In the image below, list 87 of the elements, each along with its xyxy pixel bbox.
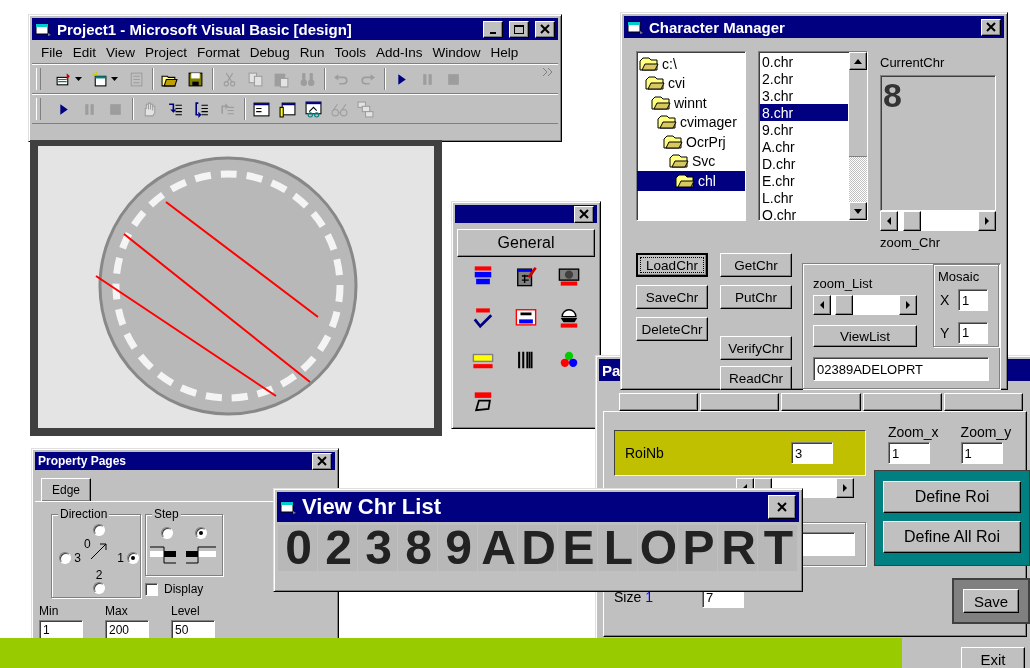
- menu-item[interactable]: Help: [485, 45, 524, 60]
- view-list-button[interactable]: ViewList: [813, 325, 917, 347]
- radio-label: 3: [74, 551, 81, 565]
- window-title: Project1 - Microsoft Visual Basic [design]: [57, 20, 352, 38]
- folder-item[interactable]: winnt: [637, 93, 745, 113]
- list-entry[interactable]: 9.chr: [760, 121, 848, 138]
- character-glyph: 9: [438, 525, 477, 571]
- group-label: Step: [152, 507, 181, 521]
- folder-item[interactable]: chl: [637, 171, 745, 191]
- input-field[interactable]: 1: [888, 442, 930, 464]
- list-entry[interactable]: E.chr: [760, 172, 848, 189]
- character-glyph: 8: [398, 525, 437, 571]
- command-button[interactable]: ReadChr: [720, 366, 792, 390]
- input-field[interactable]: 1: [960, 442, 1003, 464]
- list-entry[interactable]: 8.chr: [760, 104, 848, 121]
- command-button[interactable]: PutChr: [720, 285, 792, 309]
- list-entry[interactable]: D.chr: [760, 155, 848, 172]
- input-field[interactable]: 1: [958, 321, 988, 344]
- command-button[interactable]: GetChr: [720, 253, 792, 277]
- menu-item[interactable]: Run: [294, 45, 330, 60]
- list-entry[interactable]: A.chr: [760, 138, 848, 155]
- field-label: Y: [940, 324, 951, 341]
- folder-item[interactable]: c:\: [637, 54, 745, 74]
- list-entry[interactable]: 2.chr: [760, 70, 848, 87]
- radio-label: 0: [84, 536, 91, 551]
- toolbox-tab[interactable]: General: [457, 229, 595, 257]
- command-button[interactable]: VerifyChr: [720, 336, 792, 360]
- size-label: Size 1: [614, 589, 654, 605]
- character-glyph: T: [758, 525, 797, 571]
- define-button[interactable]: Define Roi: [883, 481, 1021, 513]
- list-entry[interactable]: O.chr: [760, 206, 848, 220]
- field-label: Level: [171, 604, 201, 618]
- folder-item[interactable]: cvimager: [637, 112, 745, 132]
- radio-label: 2: [95, 567, 103, 582]
- character-glyph: E: [558, 525, 597, 571]
- field-label: RoiNb: [625, 445, 664, 461]
- window-title: Character Manager: [649, 18, 785, 36]
- character-glyph: L: [598, 525, 637, 571]
- menu-item[interactable]: Project: [140, 45, 193, 60]
- field-label: Zoom_y: [960, 424, 1012, 440]
- exit-button[interactable]: Exit: [961, 647, 1025, 668]
- menu-item[interactable]: Add-Ins: [370, 45, 428, 60]
- command-button[interactable]: SaveChr: [636, 285, 708, 309]
- radio-label: 1: [117, 551, 124, 565]
- character-glyph: 2: [318, 525, 357, 571]
- group-label: Direction: [58, 507, 110, 521]
- field-label: Min: [39, 604, 60, 618]
- character-glyph: A: [478, 525, 517, 571]
- character-glyph: D: [518, 525, 557, 571]
- menu-item[interactable]: View: [101, 45, 141, 60]
- preview-label: CurrentChr: [880, 55, 946, 70]
- menu-item[interactable]: Debug: [244, 45, 295, 60]
- menu-item[interactable]: Format: [192, 45, 245, 60]
- character-glyph: 3: [358, 525, 397, 571]
- list-entry[interactable]: L.chr: [760, 189, 848, 206]
- character-glyph: O: [638, 525, 677, 571]
- slider-label: zoom_List: [813, 276, 874, 291]
- list-entry[interactable]: 3.chr: [760, 87, 848, 104]
- preview-character: 8: [883, 78, 902, 112]
- character-glyph: P: [678, 525, 717, 571]
- field-label: Max: [105, 604, 129, 618]
- command-button[interactable]: LoadChr: [636, 253, 708, 277]
- checkbox-label: Display: [164, 582, 204, 596]
- window-title: View Chr List: [302, 494, 441, 520]
- window-title: Property Pages: [38, 454, 127, 468]
- input-field[interactable]: 3: [791, 442, 833, 464]
- folder-item[interactable]: cvi: [637, 73, 745, 93]
- save-button[interactable]: Save: [963, 589, 1019, 613]
- menu-item[interactable]: Edit: [67, 45, 102, 60]
- character-glyph: R: [718, 525, 757, 571]
- group-label: Mosaic: [938, 269, 980, 284]
- window-title: Pa: [602, 361, 621, 379]
- command-button[interactable]: DeleteChr: [636, 317, 708, 341]
- folder-item[interactable]: OcrPrj: [637, 132, 745, 152]
- tab[interactable]: Edge: [41, 478, 92, 501]
- menu-item[interactable]: Window: [427, 45, 486, 60]
- define-button[interactable]: Define All Roi: [883, 521, 1021, 553]
- input-field[interactable]: 1: [958, 289, 988, 312]
- menu-item[interactable]: Tools: [329, 45, 371, 60]
- list-entry[interactable]: 0.chr: [760, 53, 848, 70]
- input-field[interactable]: 02389ADELOPRT: [813, 357, 989, 381]
- slider-label: zoom_Chr: [880, 235, 941, 250]
- menu-item[interactable]: File: [36, 45, 68, 60]
- field-label: X: [940, 292, 951, 309]
- character-glyph: 0: [278, 525, 317, 571]
- field-label: Zoom_x: [888, 424, 939, 440]
- folder-item[interactable]: Svc: [637, 151, 745, 171]
